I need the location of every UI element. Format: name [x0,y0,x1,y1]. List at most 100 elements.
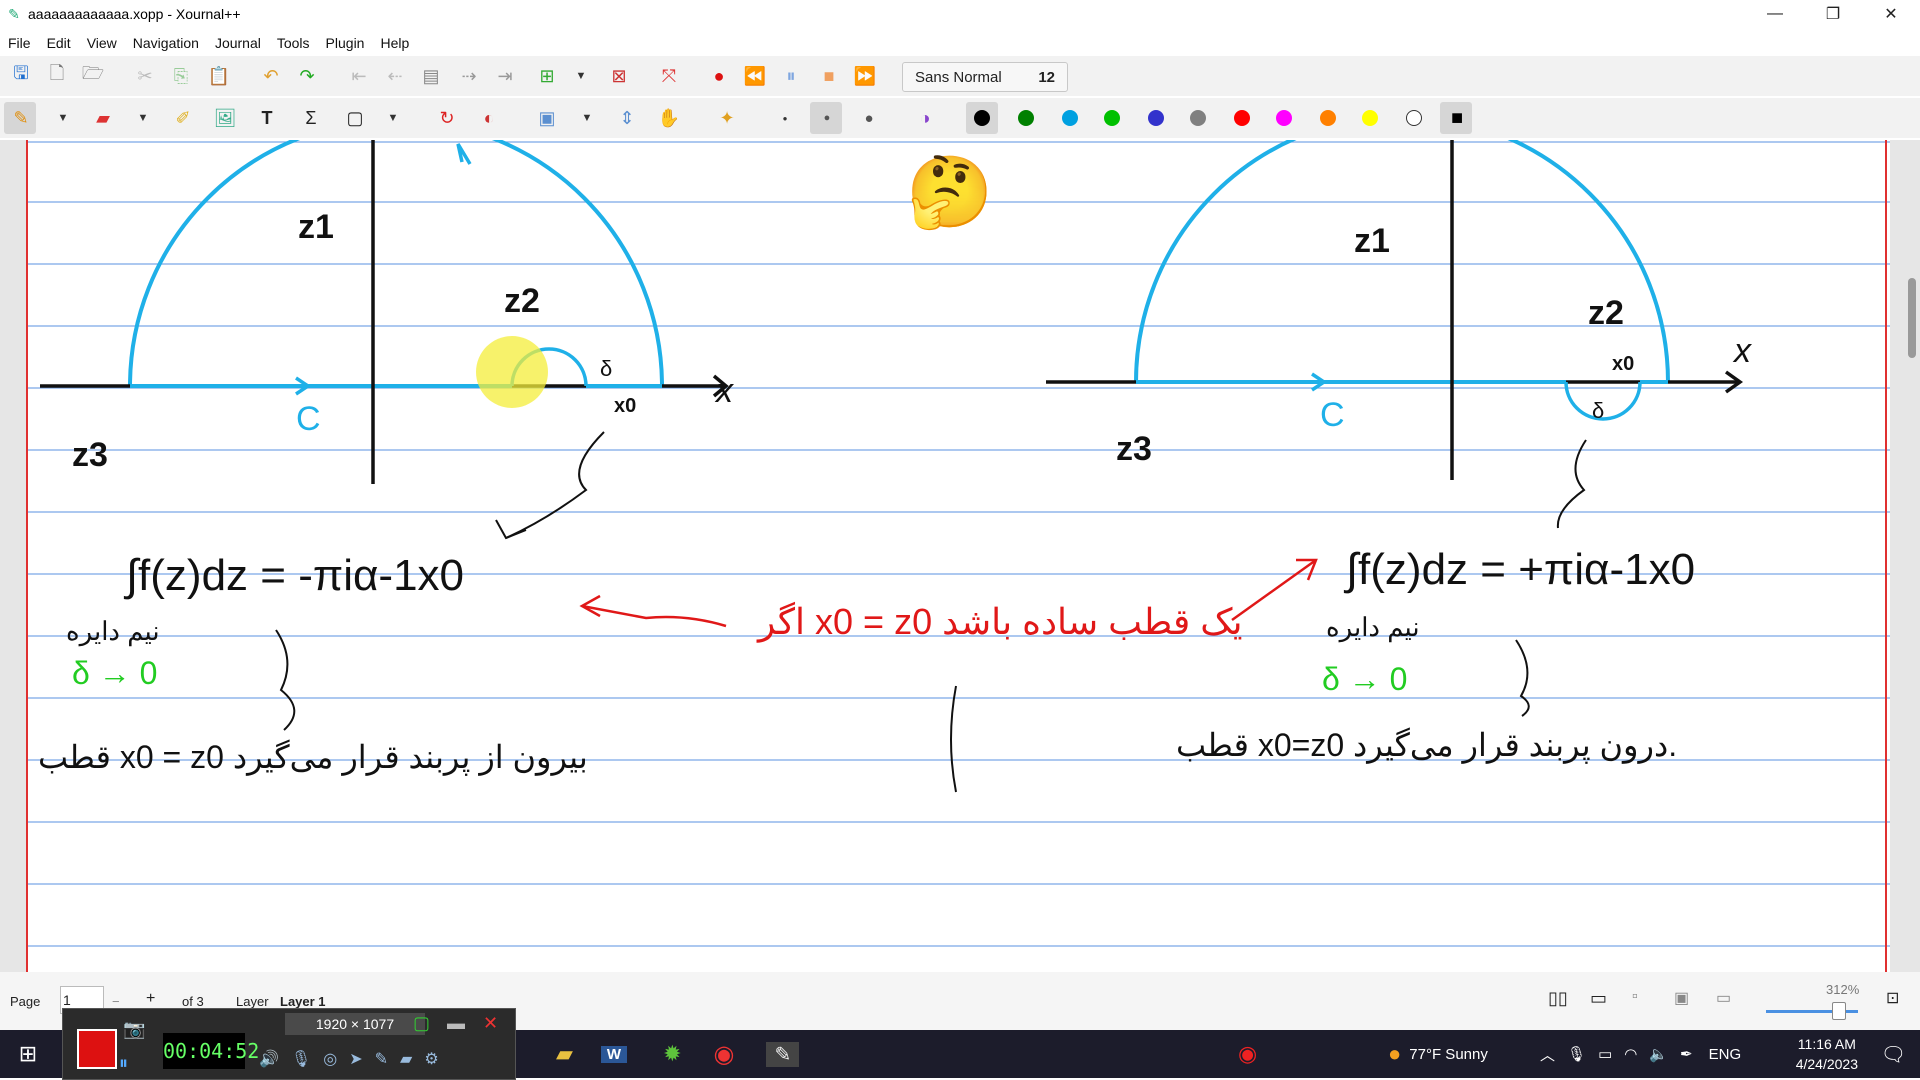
color-green-swatch[interactable] [1018,110,1034,126]
color-white-swatch[interactable] [1406,110,1422,126]
color-gray-swatch[interactable] [1190,110,1206,126]
menu-file[interactable]: File [0,35,39,51]
language-indicator[interactable]: ENG [1709,1046,1742,1063]
draw-icon[interactable]: ✎ [375,1049,388,1069]
close-button[interactable]: ✕ [1862,0,1920,28]
tray-chevron-icon[interactable]: ︿ [1540,1044,1555,1065]
volume-icon[interactable]: 🔈 [1649,1045,1668,1063]
previous-page-icon[interactable]: ⇠ [382,63,408,89]
redo-icon[interactable]: ↷ [294,63,320,89]
pointer-icon[interactable]: ➤ [349,1049,362,1069]
chrome-icon[interactable]: ◉ [714,1040,735,1069]
color-red-swatch[interactable] [1234,110,1250,126]
presentation-icon[interactable]: ▭ [1590,988,1607,1009]
color-orange-swatch[interactable] [1320,110,1336,126]
settings-gear-icon[interactable]: ⚙ [424,1049,438,1069]
menu-tools[interactable]: Tools [269,35,318,51]
eraser-dropdown-icon[interactable]: ▼ [136,105,150,131]
recorder-close-icon[interactable]: ✕ [483,1013,498,1034]
cut-icon[interactable]: ✂ [132,63,158,89]
zoom-slider-thumb[interactable] [1832,1002,1846,1020]
vertical-space-icon[interactable]: ⇕ [614,105,640,131]
dual-page-icon[interactable]: ▯▯ [1548,988,1568,1009]
shape-rectangle-icon[interactable]: ▢ [342,105,368,131]
recorder-pause-icon[interactable]: ⏸ [119,1053,128,1074]
math-tex-icon[interactable]: Σ [298,105,324,131]
taskbar-clock[interactable]: 11:16 AM 4/24/2023 [1796,1034,1858,1074]
xournal-taskbar-icon[interactable]: ✎ [766,1041,800,1067]
fullscreen-icon[interactable]: ⤧ [656,63,682,89]
save-icon[interactable]: 🖫 [8,63,34,89]
menu-journal[interactable]: Journal [207,35,269,51]
highlighter-icon[interactable]: ✐ [170,105,196,131]
undo-icon[interactable]: ↶ [258,63,284,89]
insert-page-icon[interactable]: ⊞ [534,63,560,89]
rotate-snap-icon[interactable]: ↻ [434,105,460,131]
webcam-icon[interactable]: ◎ [323,1049,337,1069]
first-page-icon[interactable]: ⇤ [346,63,372,89]
color-black-swatch[interactable] [974,110,990,126]
fill-icon[interactable]: ✦ [714,105,740,131]
file-explorer-icon[interactable]: ▰ [556,1041,573,1067]
weather-widget[interactable]: ● 77°F Sunny [1388,1030,1488,1078]
delete-page-icon[interactable]: ⊠ [606,63,632,89]
notification-icon[interactable]: 🗨 [1881,1030,1906,1078]
text-tool-icon[interactable]: T [254,105,280,131]
paste-icon[interactable]: 📋 [206,63,232,89]
pen-icon[interactable]: ✎ [8,105,34,131]
color-magenta-swatch[interactable] [1276,110,1292,126]
rewind-icon[interactable]: ⏪ [742,63,768,89]
scrollbar-thumb[interactable] [1908,278,1916,358]
image-icon[interactable]: 🖼 [212,105,238,131]
journal-page[interactable]: x C z1 z2 z3 x0 δ ∫f(z)dz = -πiα-1x0 نیم… [26,140,1890,972]
select-rectangle-icon[interactable]: ▣ [534,105,560,131]
stop-icon[interactable]: ■ [816,63,842,89]
wifi-icon[interactable]: ◠ [1624,1045,1637,1063]
menu-navigation[interactable]: Navigation [125,35,207,51]
thick-line-icon[interactable]: ● [856,105,882,131]
layer-selector[interactable]: Layer 1 [280,994,326,1009]
pen-dropdown-icon[interactable]: ▼ [56,105,70,131]
hand-tool-icon[interactable]: ✋ [656,105,682,131]
font-selector[interactable]: Sans Normal 12 [902,62,1068,92]
minimize-button[interactable]: — [1746,0,1804,28]
microphone-icon[interactable]: 🎙 [291,1049,311,1069]
menu-plugin[interactable]: Plugin [318,35,373,51]
custom-color-swatch[interactable]: ■ [1444,105,1470,131]
speaker-icon[interactable]: 🔊 [259,1049,279,1069]
page-increment-button[interactable]: + [146,990,155,1008]
medium-line-icon[interactable]: ● [814,105,840,131]
open-folder-icon[interactable]: 🗁 [80,63,106,89]
zoom-in-icon[interactable]: ▭ [1716,988,1731,1008]
color-lightblue-swatch[interactable] [1062,110,1078,126]
record-icon[interactable]: ● [706,63,732,89]
color-lightgreen-swatch[interactable] [1104,110,1120,126]
pen-workspace-icon[interactable]: ✒ [1680,1045,1693,1063]
next-page-icon[interactable]: ⇢ [456,63,482,89]
pause-icon[interactable]: ⏸ [778,63,804,89]
recorder-stop-button[interactable] [77,1029,117,1069]
color-blue-swatch[interactable] [1148,110,1164,126]
eraser-icon[interactable]: ▰ [90,105,116,131]
mic-icon[interactable]: 🎙 [1567,1045,1586,1063]
recorder-minimize-icon[interactable]: ▬ [447,1013,465,1034]
bug-app-icon[interactable]: ✹ [663,1041,681,1067]
folder-icon[interactable]: ▰ [400,1049,412,1069]
last-page-icon[interactable]: ⇥ [492,63,518,89]
menu-help[interactable]: Help [372,35,417,51]
zoom-reset-icon[interactable]: ⊡ [1886,988,1899,1008]
shape-dropdown-icon[interactable]: ▼ [386,105,400,131]
goto-page-icon[interactable]: ▤ [418,63,444,89]
insert-page-dropdown-icon[interactable]: ▼ [574,63,588,89]
battery-icon[interactable]: ▭ [1598,1045,1612,1063]
copy-icon[interactable]: ⎘ [168,63,194,89]
word-icon[interactable]: W [600,1045,628,1063]
tray-red-app-icon[interactable]: ◉ [1238,1030,1257,1078]
menu-view[interactable]: View [79,35,125,51]
fast-forward-icon[interactable]: ⏩ [852,63,878,89]
windows-start-icon[interactable]: ⊞ [0,1030,56,1078]
camera-icon[interactable]: 📷 [123,1019,145,1040]
select-dropdown-icon[interactable]: ▼ [580,105,594,131]
vertical-scrollbar[interactable] [1908,138,1916,972]
recorder-region-icon[interactable]: ▢ [413,1013,430,1034]
